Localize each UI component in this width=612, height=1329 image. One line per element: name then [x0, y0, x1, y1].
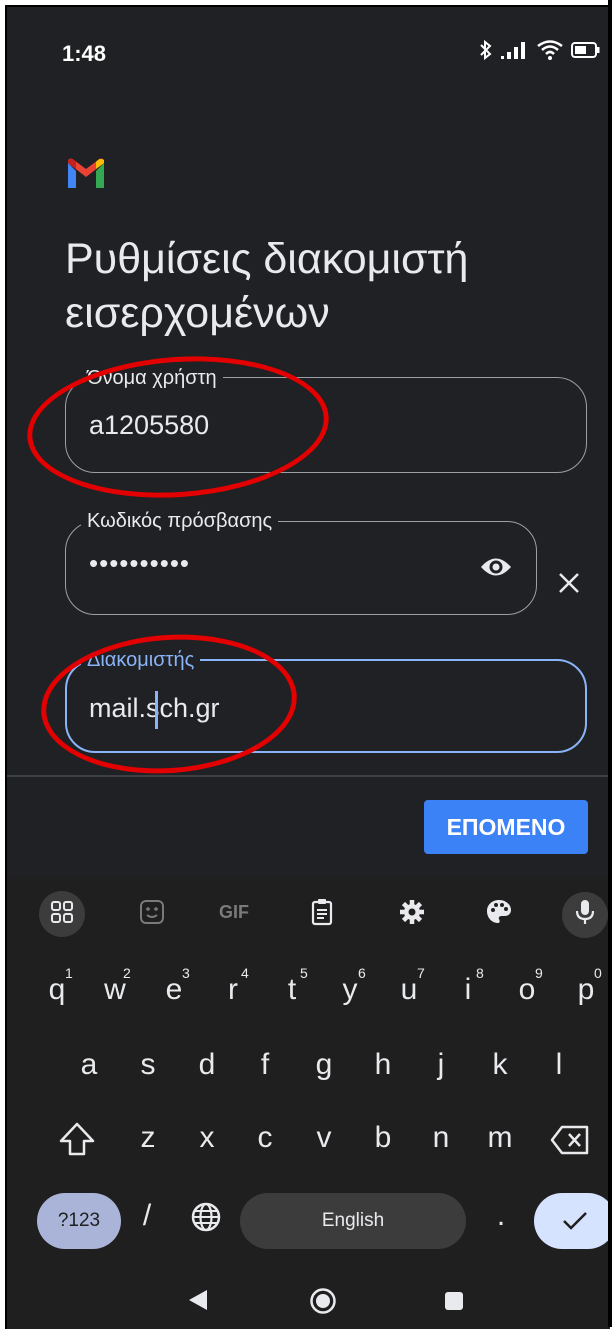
annotation-ellipse-username [22, 346, 334, 508]
key-h[interactable]: h [363, 1048, 403, 1082]
key-a[interactable]: a [69, 1048, 109, 1082]
eye-icon[interactable] [479, 554, 513, 580]
next-button[interactable]: ΕΠΟΜΕΝΟ [424, 800, 588, 854]
status-icons: 52% [479, 39, 610, 61]
key-v[interactable]: v [304, 1121, 344, 1155]
frame-edge [608, 0, 612, 1327]
key-s[interactable]: s [128, 1048, 168, 1082]
gear-icon[interactable] [397, 897, 427, 927]
key-g[interactable]: g [304, 1048, 344, 1082]
key-q-number-hint: 1 [65, 965, 73, 981]
battery-icon [571, 42, 600, 58]
key-l[interactable]: l [539, 1048, 579, 1082]
key-b[interactable]: b [363, 1121, 403, 1155]
page-title: Ρυθμίσεις διακομιστή εισερχομένων [65, 235, 469, 337]
key-z[interactable]: z [128, 1121, 168, 1155]
divider [7, 775, 610, 777]
nav-back-icon[interactable] [185, 1288, 209, 1312]
shift-key[interactable] [57, 1119, 97, 1159]
bluetooth-icon [480, 39, 492, 61]
key-p-number-hint: 0 [594, 965, 602, 981]
space-key[interactable]: English [240, 1193, 466, 1249]
nav-recents-icon[interactable] [444, 1291, 464, 1311]
key-n[interactable]: n [421, 1121, 461, 1155]
key-k[interactable]: k [480, 1048, 520, 1082]
globe-icon[interactable] [190, 1201, 222, 1233]
key-u-number-hint: 7 [417, 965, 425, 981]
gmail-m-icon [68, 158, 104, 188]
screenshot-frame: 1:48 52% Ρυθμίσεις διακομιστή εισερχομέν… [0, 0, 612, 1329]
signal-icon [501, 42, 525, 59]
palette-icon[interactable] [484, 897, 514, 927]
key-f[interactable]: f [245, 1048, 285, 1082]
key-t-number-hint: 5 [300, 965, 308, 981]
password-value[interactable]: •••••••••• [89, 548, 190, 579]
phone-screen: 1:48 52% Ρυθμίσεις διακομιστή εισερχομέν… [5, 5, 610, 1329]
microphone-icon [575, 900, 595, 924]
gif-button[interactable]: GIF [219, 902, 249, 923]
key-x[interactable]: x [187, 1121, 227, 1155]
password-label: Κωδικός πρόσβασης [81, 510, 279, 533]
key-d[interactable]: d [187, 1048, 227, 1082]
key-e-number-hint: 3 [182, 965, 190, 981]
enter-key[interactable] [534, 1193, 610, 1249]
period-key[interactable]: . [481, 1199, 521, 1233]
key-c[interactable]: c [245, 1121, 285, 1155]
annotation-ellipse-server [36, 626, 302, 782]
key-o-number-hint: 9 [535, 965, 543, 981]
keyboard [7, 877, 610, 1329]
clipboard-icon[interactable] [307, 897, 337, 927]
symbols-key[interactable]: ?123 [37, 1193, 121, 1249]
key-r-number-hint: 4 [241, 965, 249, 981]
wifi-icon [537, 40, 563, 60]
backspace-key[interactable] [550, 1124, 590, 1156]
status-time: 1:48 [62, 41, 107, 66]
sticker-icon[interactable] [137, 897, 167, 927]
nav-home-icon[interactable] [309, 1287, 337, 1315]
close-icon[interactable] [555, 569, 583, 597]
key-w-number-hint: 2 [123, 965, 131, 981]
key-i-number-hint: 8 [476, 965, 484, 981]
key-y-number-hint: 6 [358, 965, 366, 981]
key-j[interactable]: j [421, 1048, 461, 1082]
key-m[interactable]: m [480, 1121, 520, 1155]
apps-grid-icon [51, 901, 73, 923]
check-icon [563, 1212, 587, 1230]
slash-key[interactable]: / [127, 1199, 167, 1233]
